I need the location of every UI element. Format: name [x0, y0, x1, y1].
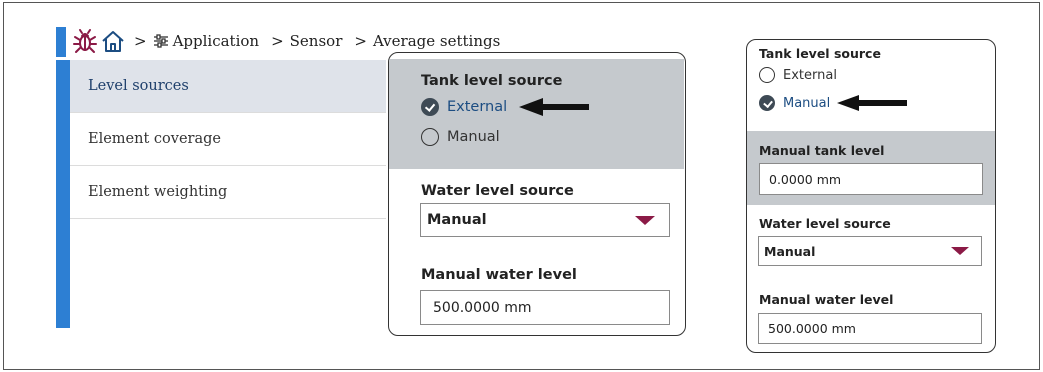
manual-water-input[interactable]: 500.0000 mm [420, 290, 670, 325]
radio-manual-label: Manual [447, 129, 500, 145]
water-source-select[interactable]: Manual [420, 203, 670, 237]
breadcrumb-separator: > [354, 32, 367, 50]
water-source-label: Water level source [759, 216, 891, 231]
sidebar-item-label: Element weighting [88, 184, 228, 200]
radio-manual-label: Manual [783, 95, 831, 111]
radio-unchecked-icon [421, 128, 439, 146]
radio-external[interactable]: External [759, 67, 837, 83]
radio-external-label: External [783, 67, 837, 83]
sidebar-item-label: Element coverage [88, 131, 221, 147]
header-accent-bar [56, 27, 66, 57]
pointer-arrow-icon [837, 95, 907, 111]
water-source-select[interactable]: Manual [758, 236, 982, 266]
sidebar-item-level-sources[interactable]: Level sources [70, 60, 386, 113]
radio-manual[interactable]: Manual [759, 95, 830, 111]
sliders-icon [153, 34, 169, 48]
level-source-panel-manual: Tank level source External Manual Manual… [746, 39, 996, 353]
pointer-arrow-icon [519, 98, 589, 116]
sidebar-accent-bar [56, 60, 70, 328]
home-icon[interactable] [100, 28, 126, 54]
radio-manual[interactable]: Manual [421, 128, 500, 146]
manual-water-value: 500.0000 mm [433, 299, 532, 316]
water-source-label: Water level source [421, 183, 574, 199]
manual-tank-label: Manual tank level [759, 143, 885, 158]
breadcrumb-separator: > [134, 32, 147, 50]
bug-icon[interactable] [72, 28, 98, 54]
sidebar: Level sources Element coverage Element w… [70, 60, 386, 219]
tank-source-label: Tank level source [759, 46, 881, 61]
radio-external[interactable]: External [421, 98, 507, 116]
breadcrumb-separator: > [271, 32, 284, 50]
radio-checked-icon [421, 98, 439, 116]
water-source-select-value: Manual [764, 243, 816, 259]
radio-unchecked-icon [759, 67, 775, 83]
manual-tank-value: 0.0000 mm [769, 171, 842, 187]
radio-external-label: External [447, 99, 508, 115]
chevron-down-icon [951, 247, 969, 255]
breadcrumb-average-settings[interactable]: Average settings [373, 32, 500, 50]
manual-tank-section: Manual tank level 0.0000 mm [747, 131, 995, 205]
tank-source-section: Tank level source External Manual [389, 59, 684, 169]
breadcrumb-sensor[interactable]: Sensor [290, 32, 343, 50]
manual-water-value: 500.0000 mm [768, 321, 856, 336]
chevron-down-icon [635, 216, 655, 225]
level-source-panel-external: Tank level source External Manual Water … [388, 52, 686, 336]
manual-water-label: Manual water level [759, 292, 894, 307]
sidebar-item-element-weighting[interactable]: Element weighting [70, 166, 386, 219]
manual-tank-input[interactable]: 0.0000 mm [759, 163, 983, 195]
manual-water-input[interactable]: 500.0000 mm [758, 313, 982, 344]
sidebar-item-label: Level sources [88, 78, 189, 94]
manual-water-label: Manual water level [421, 267, 577, 283]
water-source-select-value: Manual [427, 212, 487, 228]
sidebar-item-element-coverage[interactable]: Element coverage [70, 113, 386, 166]
breadcrumb-application[interactable]: Application [173, 32, 260, 50]
tank-source-label: Tank level source [421, 73, 563, 89]
radio-checked-icon [759, 95, 775, 111]
